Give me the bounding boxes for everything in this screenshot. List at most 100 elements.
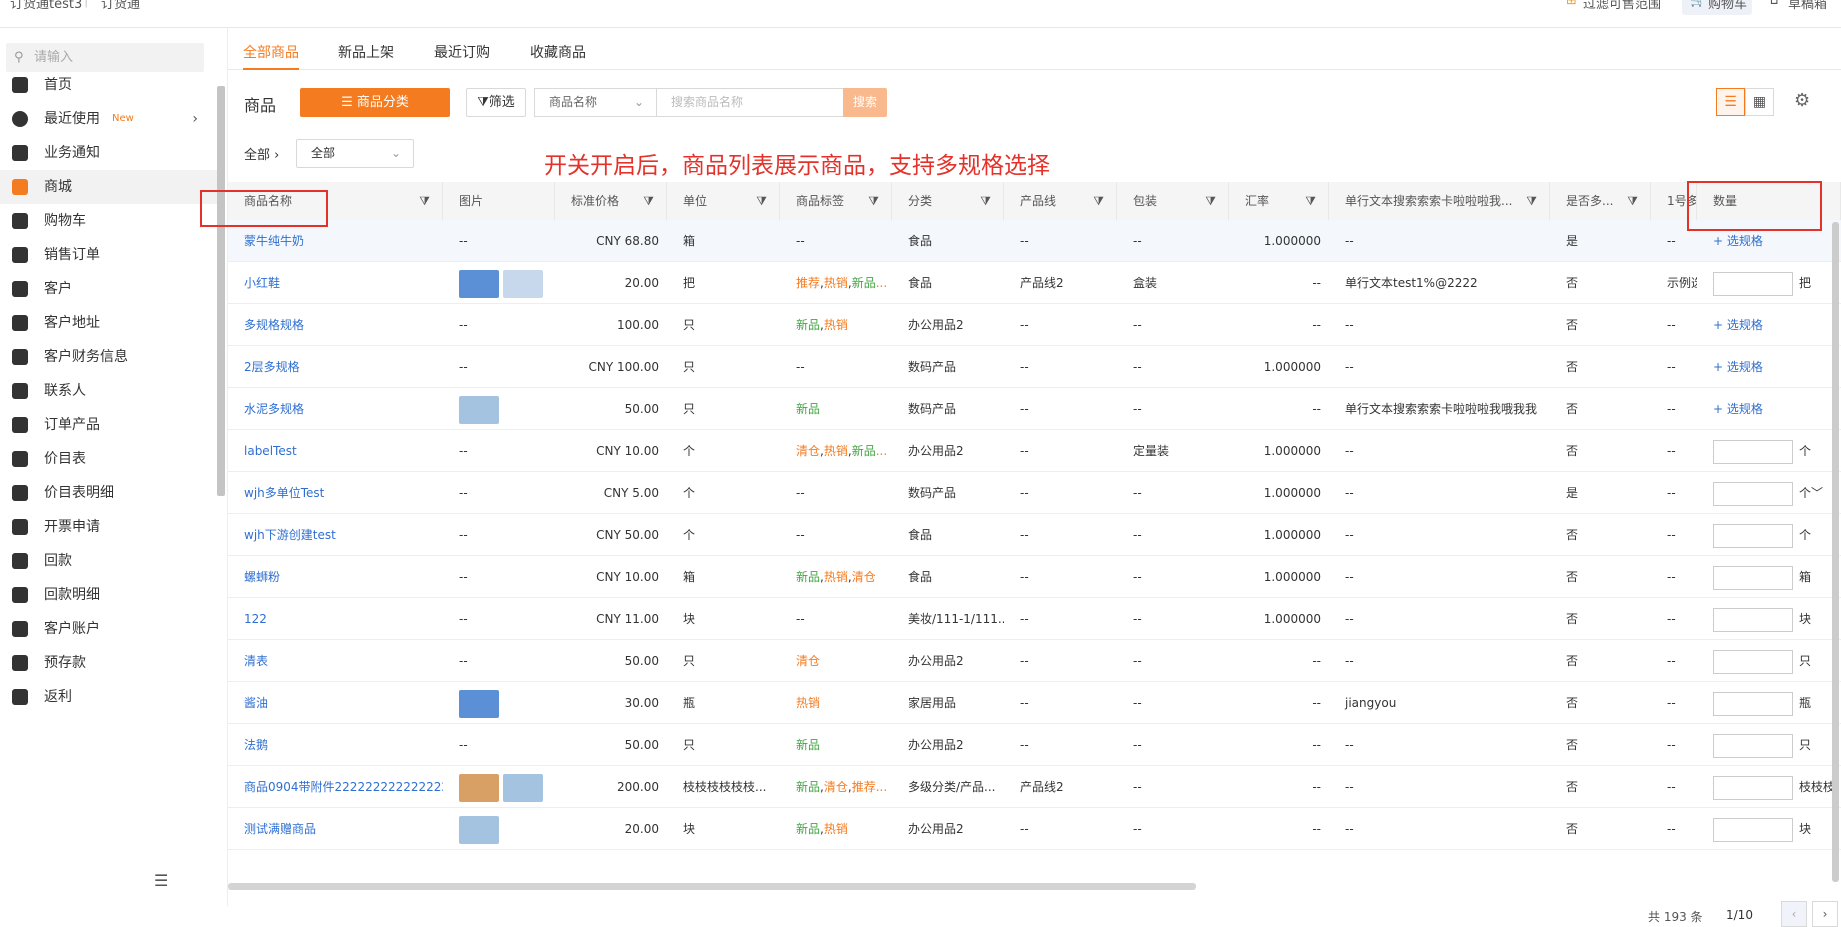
sidebar-item[interactable]: 客户地址: [0, 306, 218, 340]
column-filter-icon[interactable]: ⧩: [419, 182, 430, 220]
product-name-link[interactable]: wjh下游创建test: [228, 514, 443, 556]
sidebar-item[interactable]: 销售订单: [0, 238, 218, 272]
horizontal-scrollbar[interactable]: [228, 883, 1196, 890]
quantity-input[interactable]: [1713, 734, 1793, 758]
product-name-link[interactable]: 法鹅: [228, 724, 443, 766]
table-row[interactable]: 商品0904带附件222222222222222... 200.00 枝枝枝枝枝枝.…: [228, 766, 1841, 808]
category-select[interactable]: 全部 ⌄: [296, 139, 414, 168]
quantity-input[interactable]: [1713, 482, 1793, 506]
table-row[interactable]: 水泥多规格 50.00 只 新品 数码产品 -- -- -- 单行文本搜索索索卡啦啦啦我哦我我 否…: [228, 388, 1841, 430]
product-name-link[interactable]: 酱油: [228, 682, 443, 724]
column-header[interactable]: 包装 ⧩: [1117, 182, 1229, 220]
sidebar-item[interactable]: 商城: [0, 170, 218, 204]
cart-header-label[interactable]: 购物车: [1708, 0, 1747, 12]
quantity-input[interactable]: [1713, 524, 1793, 548]
column-header[interactable]: 产品线 ⧩: [1004, 182, 1117, 220]
column-filter-icon[interactable]: ⧩: [868, 182, 879, 220]
column-filter-icon[interactable]: ⧩: [1627, 182, 1638, 220]
pager-next-icon[interactable]: ›: [1812, 901, 1838, 927]
quantity-input[interactable]: [1713, 440, 1793, 464]
table-row[interactable]: 酱油 30.00 瓶 热销 家居用品 -- -- -- jiangyou 否 -- 瓶: [228, 682, 1841, 724]
table-row[interactable]: 测试满赠商品 20.00 块 新品,热销 办公用品2 -- -- -- -- 否 -- 块: [228, 808, 1841, 850]
search-field-select[interactable]: 商品名称 ⌄: [534, 88, 656, 117]
column-header[interactable]: 标准价格 ⧩: [555, 182, 667, 220]
column-header[interactable]: 单行文本搜索索索卡啦啦啦我... ⧩: [1329, 182, 1550, 220]
product-thumbnail[interactable]: [503, 270, 543, 298]
sidebar-item[interactable]: 业务通知: [0, 136, 218, 170]
table-row[interactable]: 清表 -- 50.00 只 清仓 办公用品2 -- -- -- -- 否 -- 只: [228, 640, 1841, 682]
sidebar-item[interactable]: 客户账户: [0, 612, 218, 646]
quantity-input[interactable]: [1713, 650, 1793, 674]
quantity-unit[interactable]: 个﹀: [1799, 472, 1823, 514]
product-thumbnail[interactable]: [459, 396, 499, 424]
collapse-sidebar-icon[interactable]: ☰: [154, 871, 168, 890]
sidebar-item[interactable]: 联系人: [0, 374, 218, 408]
quantity-input[interactable]: [1713, 776, 1793, 800]
select-spec-button[interactable]: + 选规格: [1713, 318, 1763, 332]
sidebar-item[interactable]: 返利: [0, 680, 218, 714]
filter-scope-toggle[interactable]: 过滤可售范围: [1583, 0, 1661, 12]
product-name-link[interactable]: 小红鞋: [228, 262, 443, 304]
select-spec-button[interactable]: + 选规格: [1713, 402, 1763, 416]
pager-page[interactable]: 1/10: [1726, 908, 1753, 922]
table-row[interactable]: wjh多单位Test -- CNY 5.00 个 -- 数码产品 -- -- 1.000000 -…: [228, 472, 1841, 514]
product-name-link[interactable]: 清表: [228, 640, 443, 682]
table-row[interactable]: 122 -- CNY 11.00 块 -- 美妆/111-1/111... -- -- 1.00…: [228, 598, 1841, 640]
column-header[interactable]: 商品标签 ⧩: [780, 182, 892, 220]
product-thumbnail[interactable]: [459, 774, 499, 802]
sidebar-item[interactable]: 开票申请: [0, 510, 218, 544]
grid-view-icon[interactable]: ▦: [1745, 88, 1774, 116]
sidebar-item[interactable]: 回款: [0, 544, 218, 578]
tab-all-products[interactable]: 全部商品: [243, 42, 299, 62]
select-spec-button[interactable]: + 选规格: [1713, 360, 1763, 374]
table-row[interactable]: labelTest -- CNY 10.00 个 清仓,热销,新品... 办公用品2 -- 定…: [228, 430, 1841, 472]
sidebar-item[interactable]: 订单产品: [0, 408, 218, 442]
quantity-input[interactable]: [1713, 608, 1793, 632]
product-search-input[interactable]: 搜索商品名称: [656, 88, 846, 117]
column-filter-icon[interactable]: ⧩: [1205, 182, 1216, 220]
table-row[interactable]: wjh下游创建test -- CNY 50.00 个 -- 食品 -- -- 1.000000 -…: [228, 514, 1841, 556]
column-filter-icon[interactable]: ⧩: [980, 182, 991, 220]
column-header[interactable]: 分类 ⧩: [892, 182, 1004, 220]
table-row[interactable]: 蒙牛纯牛奶 -- CNY 68.80 箱 -- 食品 -- -- 1.000000 -- 是 -- + …: [228, 220, 1841, 262]
sidebar-item[interactable]: 最近使用 New ›: [0, 102, 218, 136]
column-header[interactable]: 汇率 ⧩: [1229, 182, 1329, 220]
column-header[interactable]: 图片: [443, 182, 555, 220]
sidebar-item[interactable]: 首页: [0, 68, 218, 102]
product-thumbnail[interactable]: [459, 816, 499, 844]
app-subname[interactable]: 订货通: [101, 0, 140, 12]
quantity-input[interactable]: [1713, 692, 1793, 716]
tab-recent-orders[interactable]: 最近订购: [434, 42, 490, 62]
sidebar-item[interactable]: 价目表: [0, 442, 218, 476]
quantity-input[interactable]: [1713, 566, 1793, 590]
tab-new-arrivals[interactable]: 新品上架: [338, 42, 394, 62]
sidebar-scrollbar[interactable]: [217, 86, 225, 496]
column-filter-icon[interactable]: ⧩: [756, 182, 767, 220]
select-spec-button[interactable]: + 选规格: [1713, 234, 1763, 248]
column-filter-icon[interactable]: ⧩: [1093, 182, 1104, 220]
sidebar-item[interactable]: 价目表明细: [0, 476, 218, 510]
product-name-link[interactable]: 水泥多规格: [228, 388, 443, 430]
tab-favorites[interactable]: 收藏商品: [530, 42, 586, 62]
column-header[interactable]: 单位 ⧩: [667, 182, 780, 220]
table-row[interactable]: 螺蛳粉 -- CNY 10.00 箱 新品,热销,清仓 食品 -- -- 1.000000 -- 否…: [228, 556, 1841, 598]
search-button[interactable]: 搜索: [843, 88, 887, 117]
pager-prev-icon[interactable]: ‹: [1781, 901, 1807, 927]
product-name-link[interactable]: 商品0904带附件222222222222222...: [228, 766, 443, 808]
table-row[interactable]: 小红鞋 20.00 把 推荐,热销,新品... 食品 产品线2 盒装 -- 单行文本test1%…: [228, 262, 1841, 304]
sidebar-item[interactable]: 预存款: [0, 646, 218, 680]
product-name-link[interactable]: 2层多规格: [228, 346, 443, 388]
list-view-icon[interactable]: ☰: [1716, 88, 1745, 116]
category-button[interactable]: ☰ 商品分类: [300, 88, 450, 117]
table-row[interactable]: 法鹅 -- 50.00 只 新品 办公用品2 -- -- -- -- 否 -- 只: [228, 724, 1841, 766]
sidebar-item[interactable]: 客户财务信息: [0, 340, 218, 374]
column-filter-icon[interactable]: ⧩: [1526, 182, 1537, 220]
vertical-scrollbar[interactable]: [1832, 222, 1839, 882]
app-name[interactable]: 订货通test3: [10, 0, 82, 12]
product-name-link[interactable]: labelTest: [228, 430, 443, 472]
table-row[interactable]: 多规格规格 -- 100.00 只 新品,热销 办公用品2 -- -- -- -- 否 -- + 选规格: [228, 304, 1841, 346]
product-name-link[interactable]: wjh多单位Test: [228, 472, 443, 514]
column-header[interactable]: 是否多... ⧩: [1550, 182, 1651, 220]
product-name-link[interactable]: 多规格规格: [228, 304, 443, 346]
table-row[interactable]: 2层多规格 -- CNY 100.00 只 -- 数码产品 -- -- 1.000000 -- 否 -…: [228, 346, 1841, 388]
